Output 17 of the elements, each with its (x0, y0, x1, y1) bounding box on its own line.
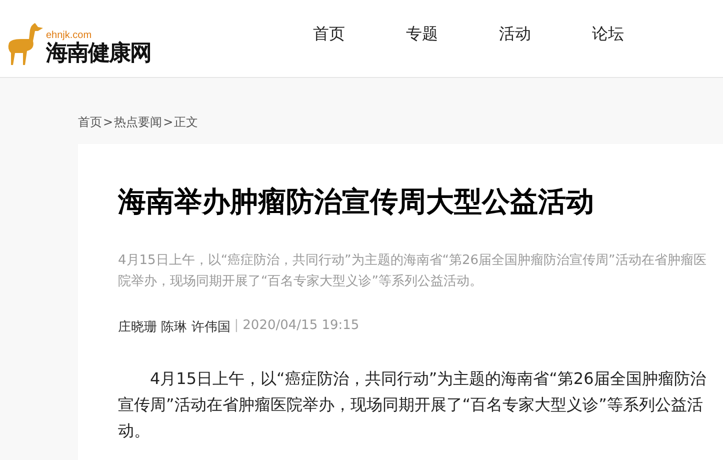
nav-link[interactable]: 活动 (499, 24, 531, 45)
breadcrumb-separator: > (103, 115, 114, 129)
nav-link[interactable]: 首页 (313, 24, 345, 45)
article-date: 2020/04/15 19:15 (242, 318, 360, 335)
body-paragraph: 4月15日上午，以“癌症防治，共同行动”为主题的海南省“第26届全国肿瘤防治宣传周”活动在省肿瘤医院举办，现场同期开展了“百名专家大型义诊”等系列公益活动。 (118, 368, 707, 442)
article-summary: 4月15日上午，以“癌症防治，共同行动”为主题的海南省“第26届全国肿瘤防治宣传周”活动在省肿瘤医院举办，现场同期开展了“百名专家大型义诊”等系列公益活动。 (118, 252, 708, 291)
breadcrumb-link[interactable]: 首页 (78, 114, 102, 131)
nav-link[interactable]: 论坛 (592, 24, 624, 45)
logo-domain: ehnjk.com (46, 30, 93, 40)
article-title: 海南举办肿瘤防治宣传周大型公益活动 (118, 184, 595, 220)
breadcrumb-link[interactable]: 热点要闻 (114, 114, 162, 131)
breadcrumb-separator: > (163, 115, 174, 129)
article-authors: 庄晓珊 陈琳 许伟国 (118, 319, 230, 336)
breadcrumb-link[interactable]: 正文 (174, 114, 198, 131)
logo-title: 海南健康网 (46, 40, 151, 66)
meta-divider: | (234, 318, 239, 335)
nav-link[interactable]: 专题 (406, 24, 438, 45)
